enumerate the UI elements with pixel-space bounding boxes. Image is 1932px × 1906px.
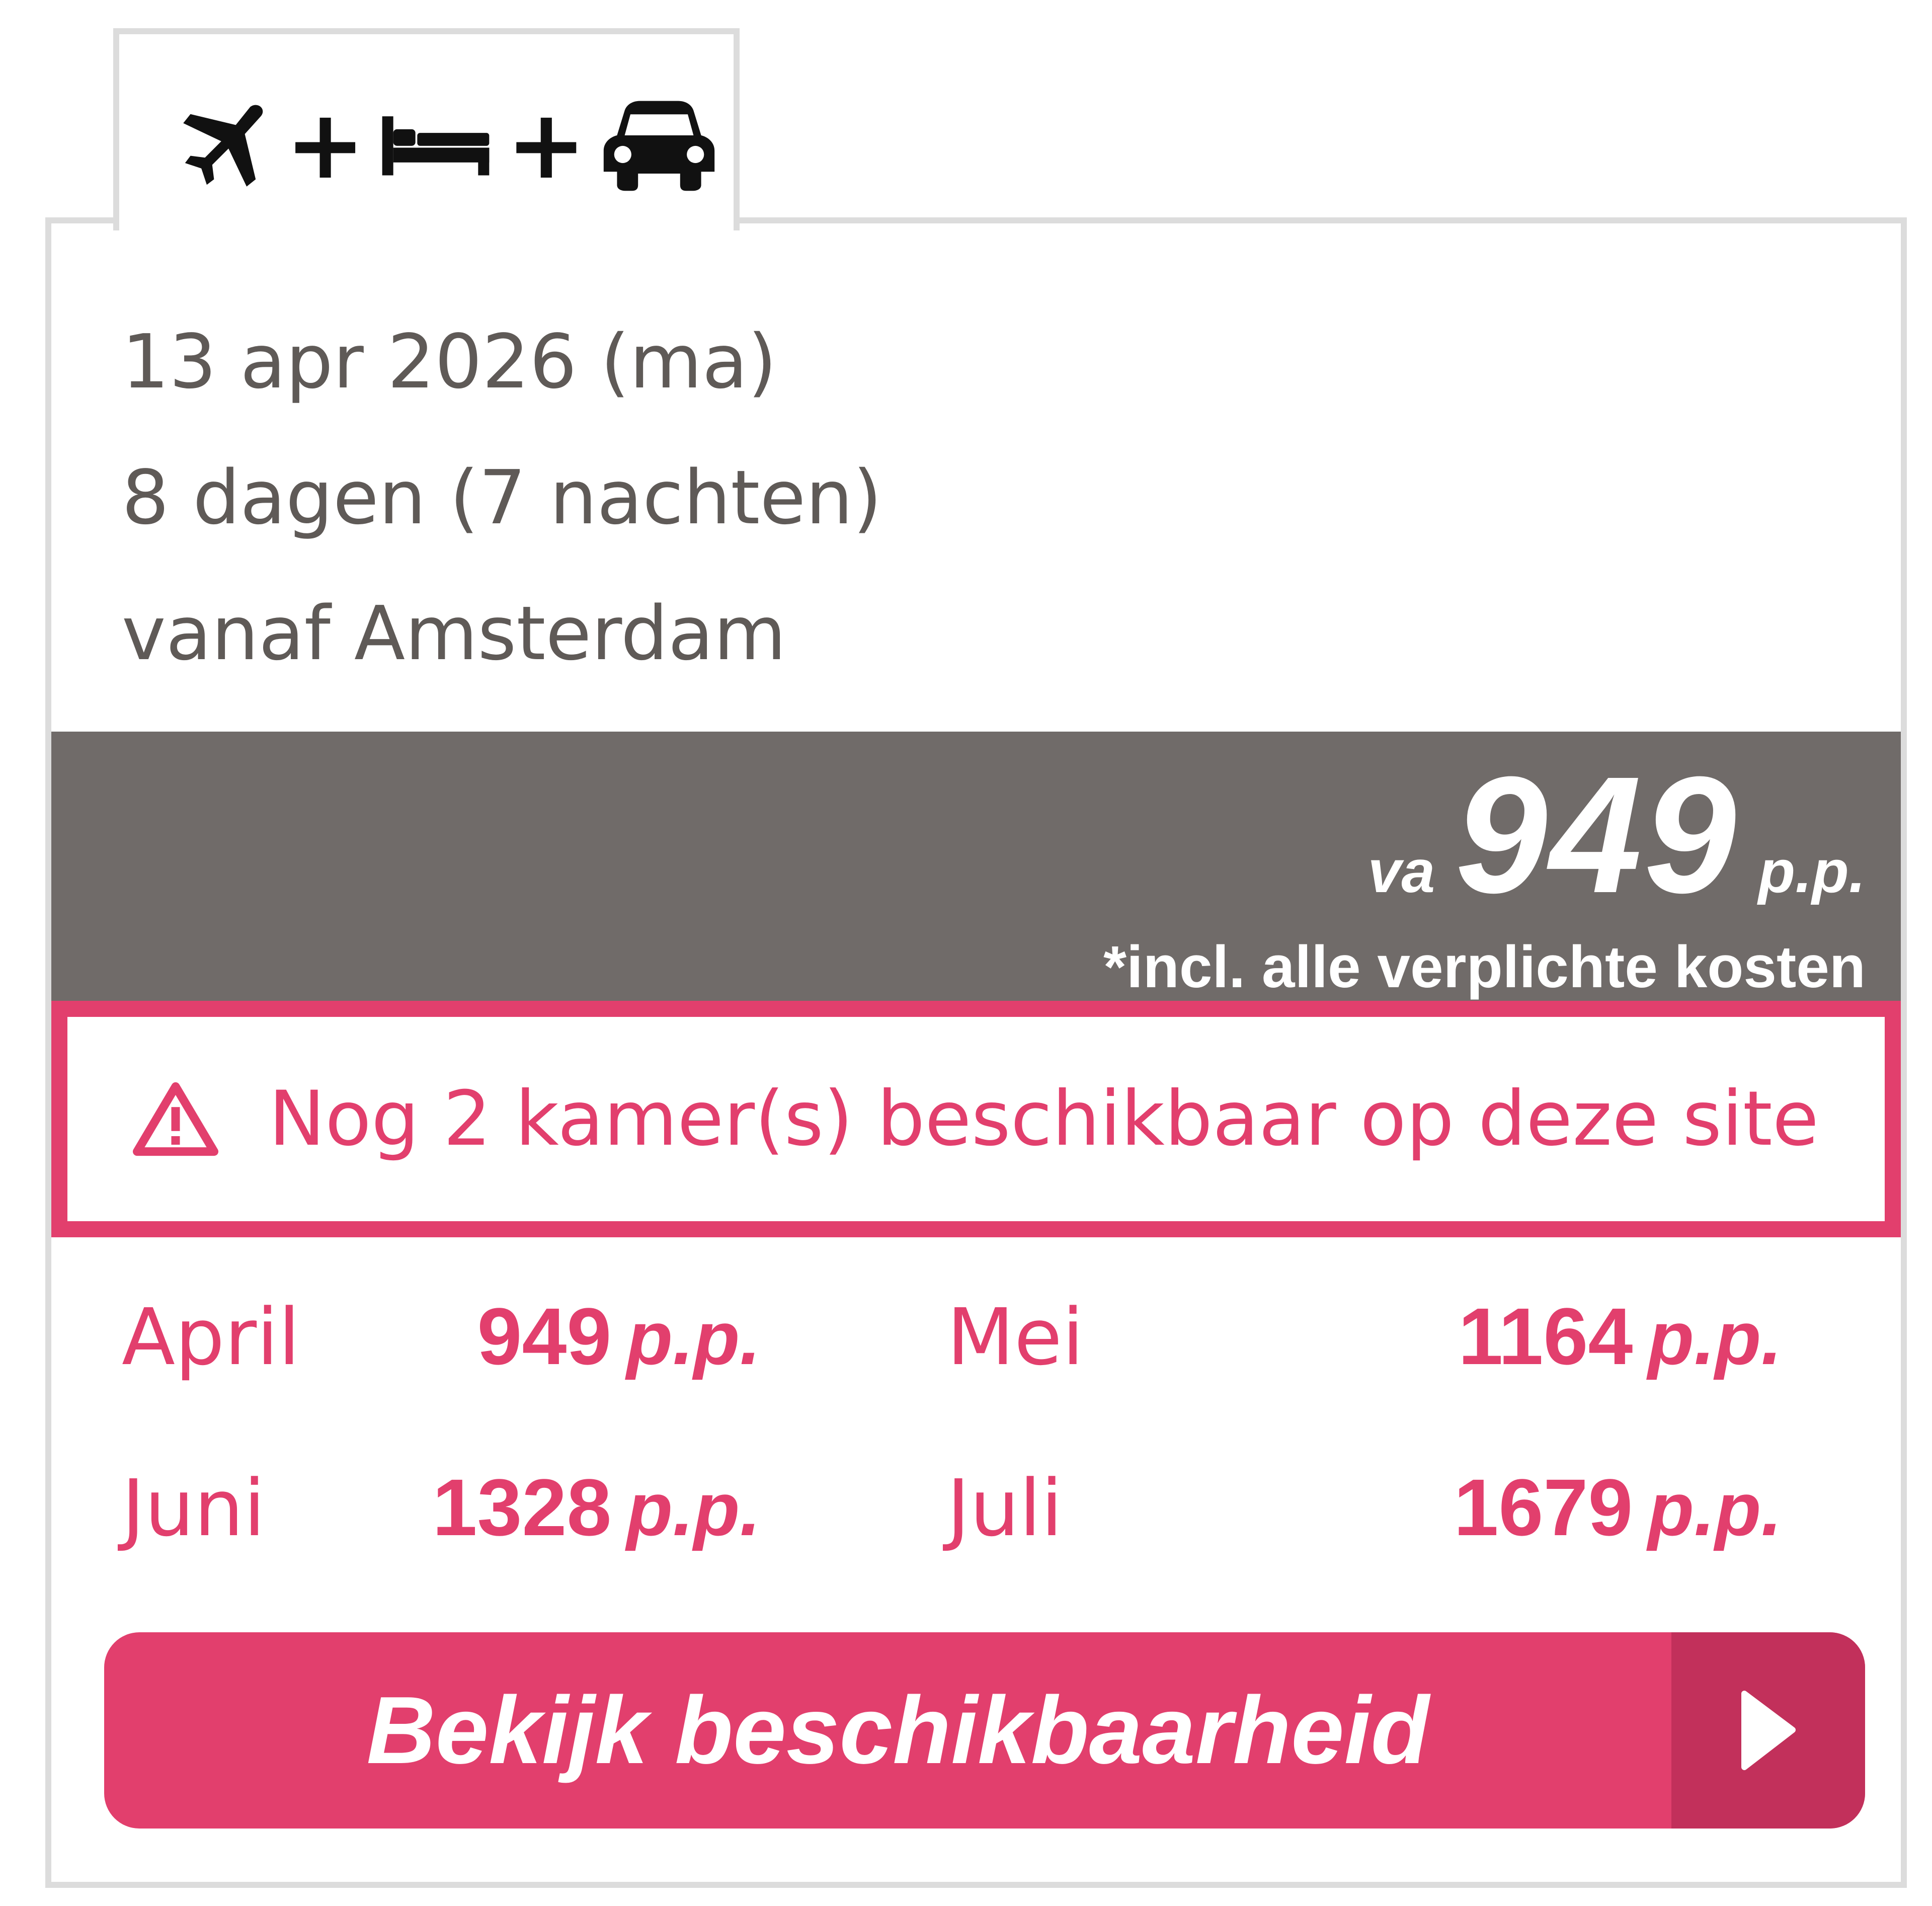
price-line: va 949 p.p.: [1368, 752, 1866, 918]
month-name: Juli: [947, 1463, 1063, 1554]
month-name: April: [122, 1292, 300, 1383]
per-person-label: p.p.: [626, 1467, 761, 1551]
price-note: *incl. alle verplichte kosten: [1103, 934, 1866, 1000]
availability-warning: Nog 2 kamer(s) beschikbaar op deze site: [51, 1001, 1901, 1237]
month-prices: April 949 p.p. Mei 1164 p.p. Juni 1328 p.p.…: [122, 1290, 1853, 1582]
plus-sign: +: [506, 89, 587, 200]
warning-icon: [133, 1082, 218, 1156]
month-price-row[interactable]: April 949 p.p.: [122, 1290, 947, 1411]
month-price-value: 1679: [1454, 1462, 1633, 1552]
trip-duration: 8 dagen (7 nachten): [122, 454, 882, 541]
price-suffix: p.p.: [1758, 838, 1866, 905]
month-price-value: 1164: [1458, 1291, 1633, 1381]
bed-icon: [382, 116, 490, 176]
month-price: 1328 p.p.: [432, 1461, 761, 1554]
month-price: 949 p.p.: [477, 1290, 761, 1383]
per-person-label: p.p.: [626, 1296, 761, 1380]
package-icons: + +: [180, 95, 717, 195]
price-amount: 949: [1455, 742, 1738, 927]
plus-sign: +: [285, 89, 366, 200]
package-type-tab[interactable]: + +: [113, 28, 740, 230]
offer-card: 13 apr 2026 (ma) 8 dagen (7 nachten) van…: [45, 217, 1907, 1888]
per-person-label: p.p.: [1648, 1467, 1782, 1551]
month-price: 1679 p.p.: [1454, 1461, 1782, 1554]
play-arrow-icon: [1671, 1632, 1865, 1829]
trip-departure: vanaf Amsterdam: [122, 590, 786, 677]
month-price: 1164 p.p.: [1458, 1290, 1782, 1383]
availability-text: Nog 2 kamer(s) beschikbaar op deze site: [269, 1075, 1819, 1163]
per-person-label: p.p.: [1648, 1296, 1782, 1380]
check-availability-label: Bekijk beschikbaarheid: [366, 1677, 1429, 1784]
plane-icon: [183, 105, 263, 187]
month-name: Juni: [122, 1463, 266, 1554]
month-price-row[interactable]: Mei 1164 p.p.: [947, 1290, 1853, 1411]
month-price-value: 949: [477, 1291, 612, 1381]
month-price-row[interactable]: Juli 1679 p.p.: [947, 1461, 1853, 1582]
month-price-row[interactable]: Juni 1328 p.p.: [122, 1461, 947, 1582]
price-bar: va 949 p.p. *incl. alle verplichte koste…: [51, 732, 1901, 1001]
car-icon: [604, 101, 715, 191]
check-availability-button[interactable]: Bekijk beschikbaarheid: [104, 1632, 1865, 1829]
trip-date: 13 apr 2026 (ma): [122, 319, 777, 405]
trip-info: 13 apr 2026 (ma) 8 dagen (7 nachten) van…: [122, 294, 882, 701]
price-prefix: va: [1367, 838, 1435, 905]
month-price-value: 1328: [432, 1462, 612, 1552]
month-name: Mei: [947, 1292, 1084, 1383]
